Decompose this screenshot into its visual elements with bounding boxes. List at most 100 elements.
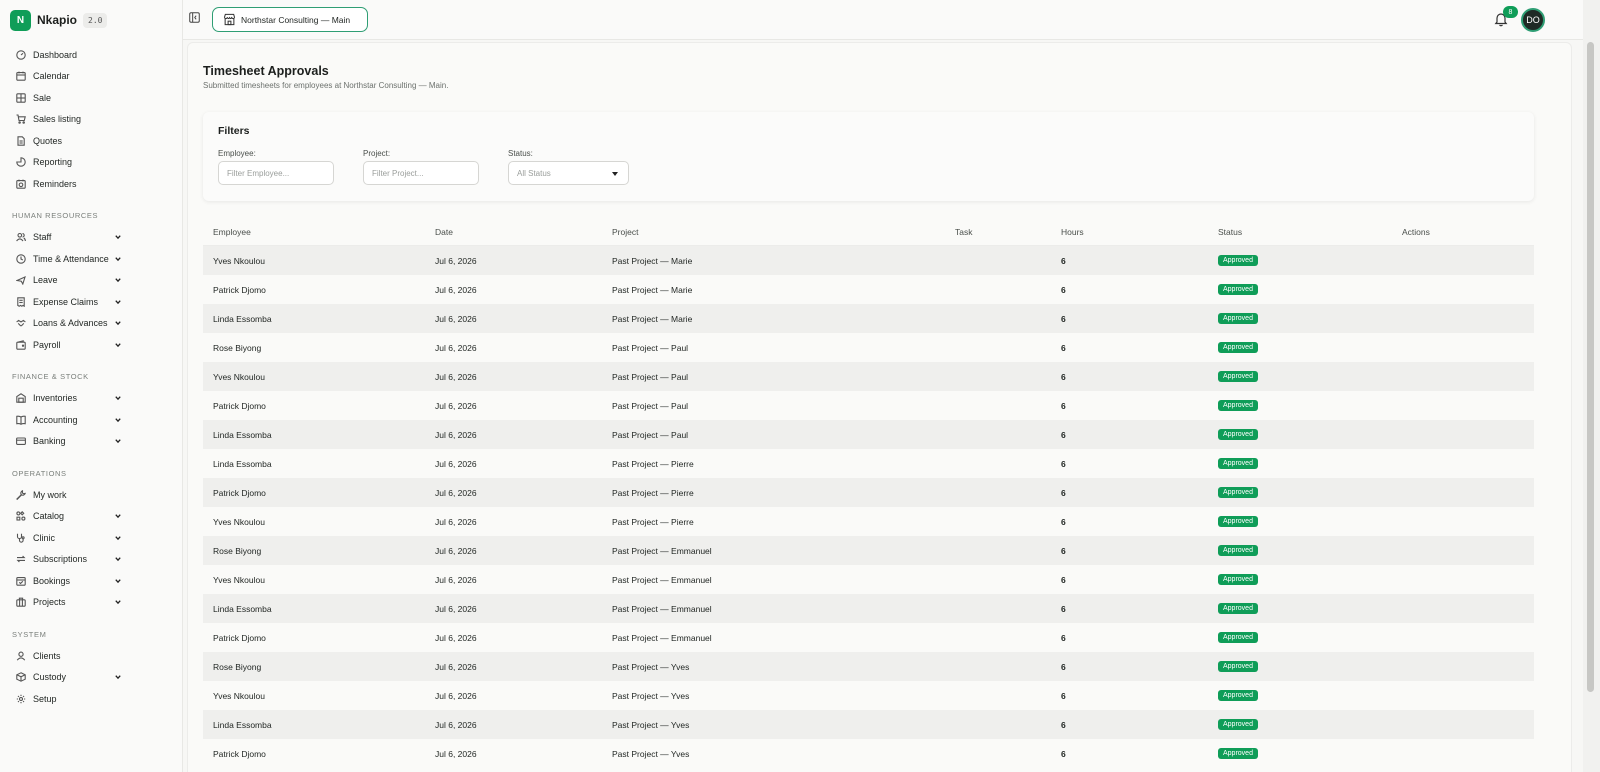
cell-employee: Rose Biyong [213, 661, 262, 672]
table-row[interactable]: Yves Nkoulou Jul 6, 2026 Past Project — Pa… [203, 362, 1534, 391]
cell-employee: Patrick Djomo [213, 748, 266, 759]
table-row[interactable]: Rose Biyong Jul 6, 2026 Past Project — Yve… [203, 652, 1534, 681]
chevron-down-icon[interactable] [113, 297, 122, 306]
handshake-icon [15, 318, 26, 329]
cell-employee: Patrick Djomo [213, 400, 266, 411]
brand[interactable]: N Nkapio 2.0 [10, 9, 108, 31]
sidebar-item-accounting[interactable]: Accounting [0, 409, 183, 431]
user-icon [15, 650, 26, 661]
sidebar-item-custody[interactable]: Custody [0, 667, 183, 689]
cell-date: Jul 6, 2026 [435, 371, 477, 382]
sidebar-item-payroll[interactable]: Payroll [0, 334, 183, 356]
sidebar-item-dashboard[interactable]: Dashboard [0, 44, 183, 66]
table-row[interactable]: Yves Nkoulou Jul 6, 2026 Past Project — Pi… [203, 507, 1534, 536]
status-filter-select[interactable]: All Status [508, 161, 629, 185]
sidebar-item-clients[interactable]: Clients [0, 645, 183, 667]
sidebar-item-setup[interactable]: Setup [0, 688, 183, 710]
table-row[interactable]: Linda Essomba Jul 6, 2026 Past Project — E… [203, 594, 1534, 623]
column-header-employee: Employee [213, 226, 251, 237]
status-badge: Approved [1218, 429, 1258, 440]
sidebar-item-banking[interactable]: Banking [0, 431, 183, 453]
sidebar-item-expense-claims[interactable]: Expense Claims [0, 291, 183, 313]
chevron-down-icon[interactable] [113, 415, 122, 424]
cell-project: Past Project — Emmanuel [612, 545, 712, 556]
chevron-down-icon[interactable] [113, 555, 122, 564]
table-row[interactable]: Linda Essomba Jul 6, 2026 Past Project — P… [203, 420, 1534, 449]
grid-icon [15, 92, 26, 103]
cell-hours: 6 [1061, 719, 1066, 730]
cell-project: Past Project — Paul [612, 342, 689, 353]
cell-status: Approved [1218, 652, 1258, 681]
chevron-down-icon[interactable] [113, 512, 122, 521]
sidebar-item-label: Subscriptions [33, 554, 88, 565]
table-row[interactable]: Rose Biyong Jul 6, 2026 Past Project — Emm… [203, 536, 1534, 565]
sidebar-item-label: Catalog [33, 511, 65, 522]
column-header-status: Status [1218, 226, 1243, 237]
sidebar-item-reminders[interactable]: Reminders [0, 173, 183, 195]
cell-employee: Linda Essomba [213, 603, 272, 614]
project-filter-input[interactable] [363, 161, 479, 185]
chevron-down-icon[interactable] [113, 254, 122, 263]
sidebar-item-quotes[interactable]: Quotes [0, 130, 183, 152]
table-row[interactable]: Patrick Djomo Jul 6, 2026 Past Project — P… [203, 478, 1534, 507]
sidebar-item-subscriptions[interactable]: Subscriptions [0, 549, 183, 571]
cell-status: Approved [1218, 710, 1258, 739]
table-row[interactable]: Linda Essomba Jul 6, 2026 Past Project — M… [203, 304, 1534, 333]
cell-hours: 6 [1061, 574, 1066, 585]
chevron-down-icon[interactable] [113, 598, 122, 607]
table-row[interactable]: Patrick Djomo Jul 6, 2026 Past Project — P… [203, 391, 1534, 420]
chevron-down-icon[interactable] [113, 576, 122, 585]
users-icon [15, 232, 26, 243]
chevron-down-icon[interactable] [113, 437, 122, 446]
sidebar-item-calendar[interactable]: Calendar [0, 66, 183, 88]
sidebar-item-time-and-attendance[interactable]: Time & Attendance [0, 248, 183, 270]
sidebar-section-operations: OPERATIONS [12, 468, 67, 478]
chevron-down-icon[interactable] [113, 340, 122, 349]
sidebar-item-label: Quotes [33, 135, 63, 146]
sidebar-item-my-work[interactable]: My work [0, 484, 183, 506]
chevron-down-icon[interactable] [113, 394, 122, 403]
table-row[interactable]: Yves Nkoulou Jul 6, 2026 Past Project — Em… [203, 565, 1534, 594]
table-row[interactable]: Linda Essomba Jul 6, 2026 Past Project — Y… [203, 710, 1534, 739]
chevron-down-icon[interactable] [113, 319, 122, 328]
chevron-down-icon[interactable] [113, 276, 122, 285]
sidebar-item-sale[interactable]: Sale [0, 87, 183, 109]
sidebar-toggle-icon[interactable] [188, 11, 200, 23]
table-row[interactable]: Patrick Djomo Jul 6, 2026 Past Project — E… [203, 623, 1534, 652]
sidebar-item-catalog[interactable]: Catalog [0, 506, 183, 528]
sidebar-item-loans-and-advances[interactable]: Loans & Advances [0, 313, 183, 335]
employee-filter-input[interactable] [218, 161, 334, 185]
status-badge: Approved [1218, 371, 1258, 382]
brand-logo: N [10, 9, 31, 31]
plane-icon [15, 275, 26, 286]
chevron-down-icon[interactable] [113, 533, 122, 542]
sidebar-item-leave[interactable]: Leave [0, 270, 183, 292]
sidebar-item-staff[interactable]: Staff [0, 227, 183, 249]
sidebar-item-clinic[interactable]: Clinic [0, 527, 183, 549]
sidebar-item-projects[interactable]: Projects [0, 592, 183, 614]
sidebar-item-reporting[interactable]: Reporting [0, 152, 183, 174]
chevron-down-icon[interactable] [113, 233, 122, 242]
sidebar-item-label: Custody [33, 672, 67, 683]
table-row[interactable]: Rose Biyong Jul 6, 2026 Past Project — Pau… [203, 333, 1534, 362]
user-avatar[interactable]: DO [1521, 8, 1545, 32]
organization-switcher-button[interactable]: Northstar Consulting — Main [212, 7, 368, 32]
cell-employee: Linda Essomba [213, 458, 272, 469]
table-row[interactable]: Yves Nkoulou Jul 6, 2026 Past Project — Yv… [203, 681, 1534, 710]
page-scrollbar[interactable] [1583, 0, 1600, 772]
sidebar-item-sales-listing[interactable]: Sales listing [0, 109, 183, 131]
sidebar-item-label: Calendar [33, 71, 70, 82]
sidebar-item-inventories[interactable]: Inventories [0, 388, 183, 410]
scrollbar-thumb[interactable] [1587, 42, 1594, 692]
notification-count-badge: 8 [1503, 6, 1518, 18]
cell-date: Jul 6, 2026 [435, 719, 477, 730]
cell-status: Approved [1218, 594, 1258, 623]
sidebar-item-bookings[interactable]: Bookings [0, 570, 183, 592]
table-row[interactable]: Patrick Djomo Jul 6, 2026 Past Project — M… [203, 275, 1534, 304]
chevron-down-icon[interactable] [113, 673, 122, 682]
sidebar-item-label: Staff [33, 232, 52, 243]
table-row[interactable]: Yves Nkoulou Jul 6, 2026 Past Project — Ma… [203, 246, 1534, 275]
table-row[interactable]: Linda Essomba Jul 6, 2026 Past Project — P… [203, 449, 1534, 478]
cell-project: Past Project — Pierre [612, 458, 694, 469]
table-row[interactable]: Patrick Djomo Jul 6, 2026 Past Project — Y… [203, 739, 1534, 768]
